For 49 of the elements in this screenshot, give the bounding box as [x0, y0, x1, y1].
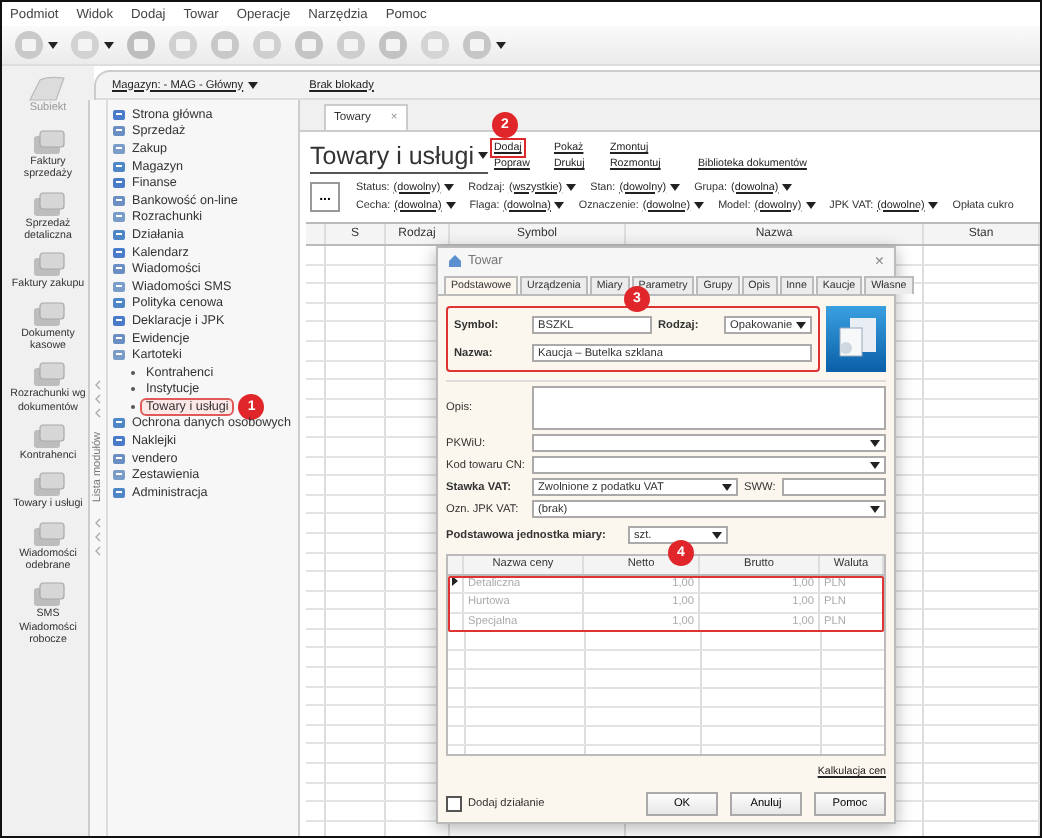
module-icon [112, 416, 126, 431]
caret-icon [496, 41, 506, 49]
text-area[interactable] [532, 386, 886, 430]
boxes-icon [826, 306, 886, 372]
dropdown-field[interactable] [532, 456, 886, 474]
row-pointer-icon [452, 575, 458, 585]
checkbox[interactable] [446, 796, 462, 812]
caret-icon [796, 321, 806, 329]
caret-icon [712, 531, 722, 539]
caret-icon [48, 41, 58, 49]
toolbar-icon[interactable] [210, 30, 240, 60]
toolbar-icon[interactable] [126, 30, 156, 60]
module-icon [31, 301, 65, 328]
caret-icon [870, 505, 880, 513]
caret-icon [782, 183, 793, 191]
input-field[interactable] [782, 478, 886, 496]
module-icon [31, 252, 65, 279]
toolbar-icon[interactable] [168, 30, 198, 60]
caret-icon [870, 461, 880, 469]
bullet-icon [130, 386, 136, 393]
toolbar-icon[interactable] [14, 30, 44, 60]
toolbar-icon[interactable] [70, 30, 100, 60]
module-icon [31, 582, 65, 609]
caret-icon [722, 483, 732, 491]
toolbar-icon[interactable] [378, 30, 408, 60]
toolbar-icon[interactable] [336, 30, 366, 60]
module-icon [31, 521, 65, 548]
caret-icon [694, 201, 705, 209]
toolbar-icon[interactable] [420, 30, 450, 60]
toolbar-icon[interactable] [294, 30, 324, 60]
caret-icon [870, 439, 880, 447]
dropdown-field[interactable] [532, 434, 886, 452]
module-icon [31, 472, 65, 499]
caret-icon [247, 81, 258, 89]
module-icon [31, 424, 65, 451]
module-icon [31, 362, 65, 389]
bullet-icon [130, 403, 136, 410]
caret-icon [670, 183, 681, 191]
caret-icon [805, 201, 816, 209]
caret-icon [104, 41, 114, 49]
toolbar-icon[interactable] [252, 30, 282, 60]
module-icon [31, 191, 65, 218]
toolbar-icon[interactable] [462, 30, 492, 60]
caret-icon [477, 152, 488, 160]
page-heading: Towary i usługi [310, 142, 474, 170]
bullet-icon [130, 369, 136, 376]
module-icon [31, 130, 65, 156]
caret-icon [928, 201, 939, 209]
house-icon [448, 254, 462, 269]
